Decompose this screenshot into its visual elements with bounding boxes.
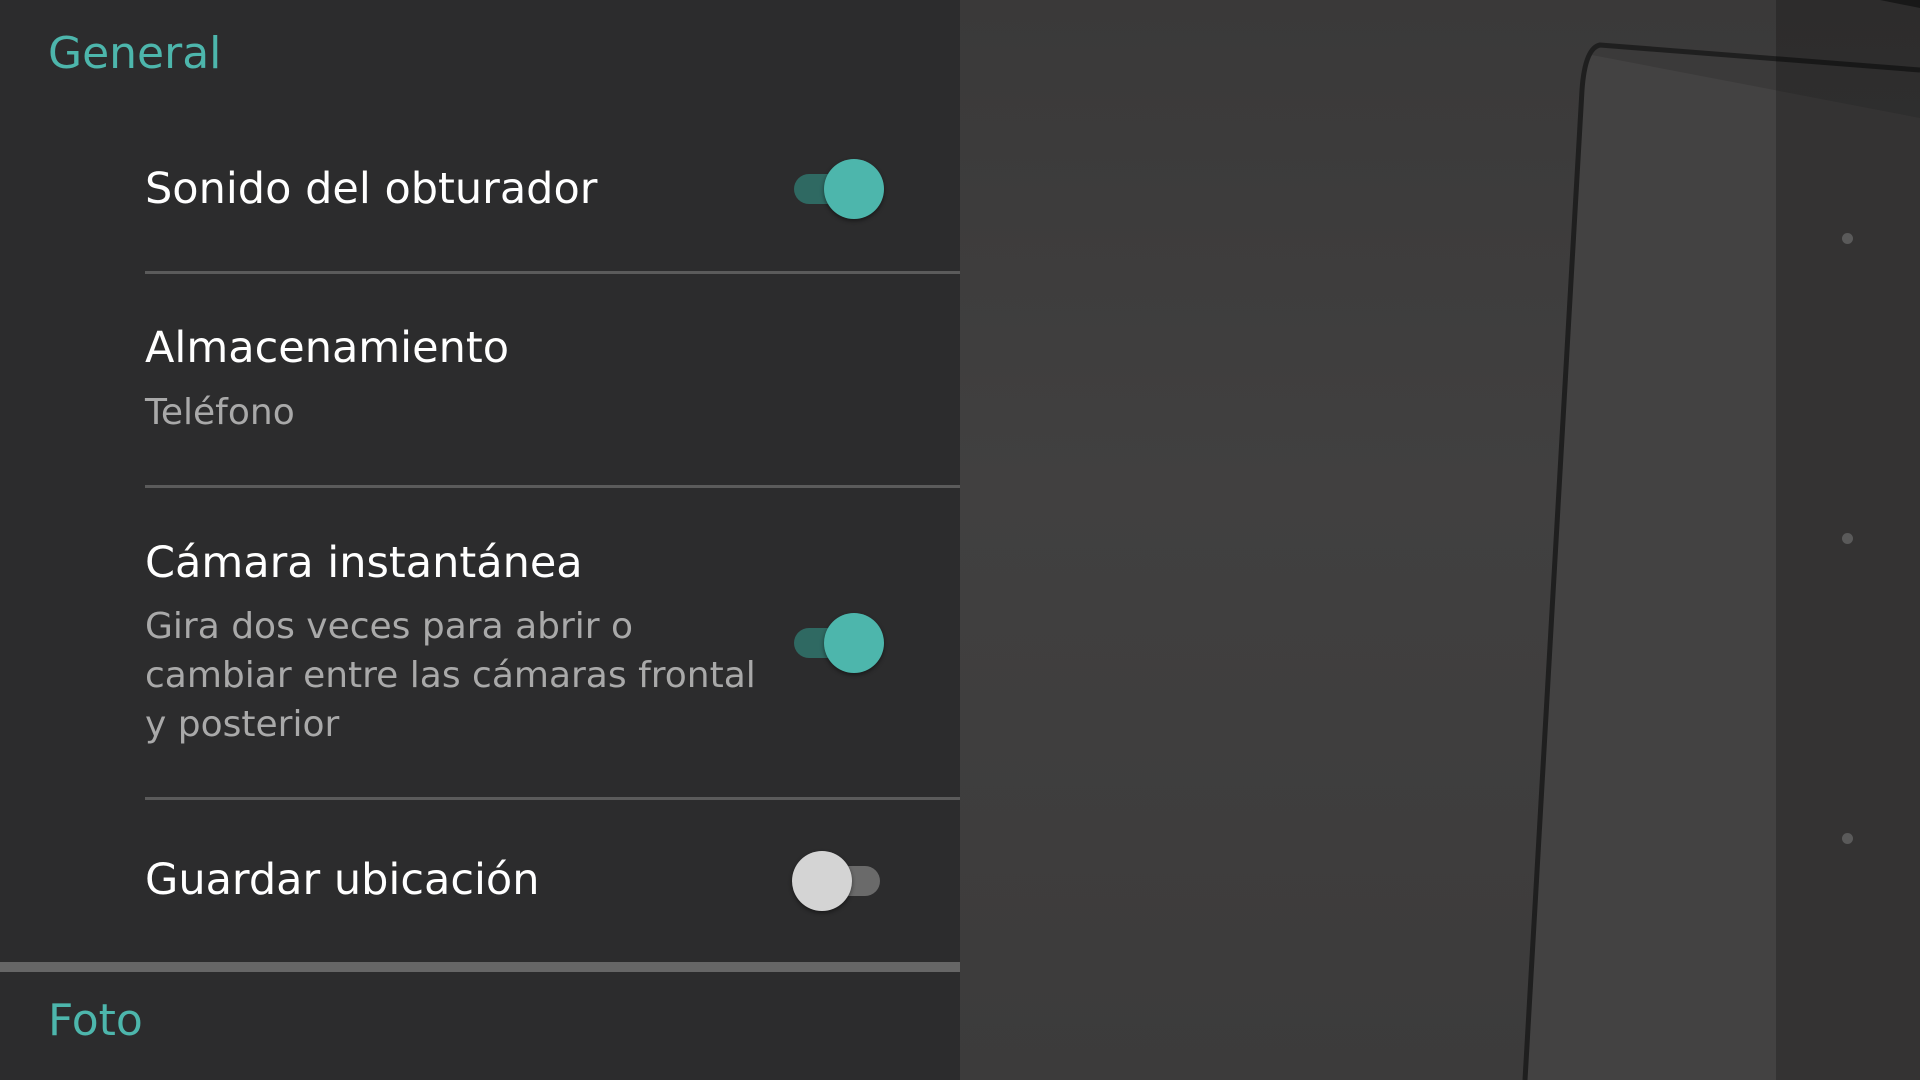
section-header-foto: Foto [48, 995, 143, 1046]
setting-storage[interactable]: Almacenamiento Teléfono [0, 274, 960, 486]
setting-save-location[interactable]: Guardar ubicación [0, 800, 960, 962]
setting-title: Cámara instantánea [145, 538, 583, 588]
mode-indicator-dot [1842, 833, 1853, 844]
mode-indicator-dot [1842, 233, 1853, 244]
setting-summary: Gira dos veces para abrir o cambiar entr… [145, 606, 756, 745]
switch-thumb [824, 613, 884, 673]
switch-thumb [792, 851, 852, 911]
setting-summary: Teléfono [145, 392, 295, 433]
section-divider [0, 962, 960, 972]
setting-title: Guardar ubicación [145, 855, 540, 905]
setting-quick-camera[interactable]: Cámara instantánea Gira dos veces para a… [0, 488, 960, 798]
setting-title: Almacenamiento [145, 323, 510, 373]
settings-panel: General Sonido del obturador Almacenamie… [0, 0, 960, 1080]
quick-camera-toggle[interactable] [790, 613, 885, 673]
shutter-sound-toggle[interactable] [790, 159, 885, 219]
section-header-general: General [48, 28, 222, 79]
switch-thumb [824, 159, 884, 219]
save-location-toggle[interactable] [790, 851, 885, 911]
setting-shutter-sound[interactable]: Sonido del obturador [0, 140, 960, 272]
setting-title: Sonido del obturador [145, 164, 598, 214]
mode-indicator-dot [1842, 533, 1853, 544]
